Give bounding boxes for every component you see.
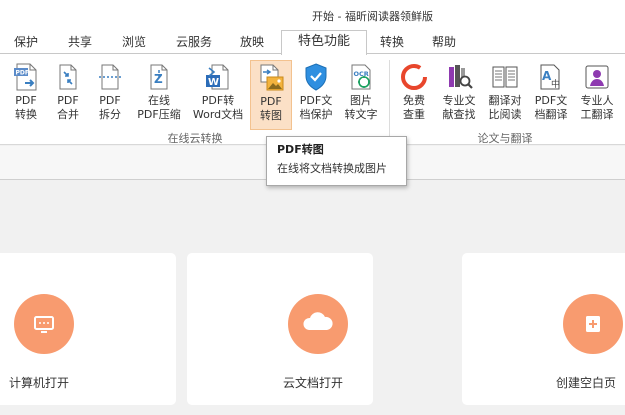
tab-slideshow[interactable]: 放映 (232, 34, 272, 54)
computer-icon (14, 294, 74, 354)
translate-compare-label-1: 翻译对 (488, 94, 522, 107)
translate-compare-button[interactable]: 翻译对 比阅读 (483, 60, 527, 130)
pdf-convert-button[interactable]: PDF PDF 转换 (6, 60, 46, 130)
open-from-computer-label: 计算机打开 (9, 376, 70, 390)
open-cloud-document-card[interactable]: 云文档打开 (187, 253, 373, 405)
pdf-to-word-icon: W (203, 62, 233, 92)
human-translate-label-2: 工翻译 (580, 108, 614, 121)
pdf-merge-button[interactable]: PDF 合并 (48, 60, 88, 130)
svg-text:PDF: PDF (16, 70, 29, 77)
shield-icon (301, 62, 331, 92)
literature-search-icon (444, 62, 474, 92)
plagiarism-check-icon (399, 62, 429, 92)
title-bar: 开始 - 福昕阅读器领鲜版 (0, 0, 625, 30)
ocr-icon: OCR (346, 62, 376, 92)
pdf-to-word-label-2: Word文档 (192, 108, 244, 121)
document-translate-button[interactable]: A中 PDF文 档翻译 (529, 60, 573, 130)
window-title: 开始 - 福昕阅读器领鲜版 (312, 10, 433, 23)
translate-compare-label-2: 比阅读 (488, 108, 522, 121)
ribbon-separator (389, 60, 390, 140)
group-label-online-convert: 在线云转换 (167, 132, 223, 145)
pdf-to-image-button[interactable]: PDF 转图 (250, 60, 292, 130)
pdf-protect-label-2: 档保护 (299, 108, 333, 121)
pdf-merge-label-1: PDF (57, 94, 79, 107)
document-translate-label-1: PDF文 (534, 94, 568, 107)
tab-protect[interactable]: 保护 (6, 34, 46, 54)
document-translate-label-2: 档翻译 (534, 108, 568, 121)
group-label-paper-translate: 论文与翻译 (477, 132, 533, 145)
pdf-compress-label-1: 在线 (148, 94, 170, 107)
pdf-split-button[interactable]: PDF 拆分 (90, 60, 130, 130)
open-cloud-document-label: 云文档打开 (283, 376, 344, 390)
pdf-merge-label-2: 合并 (57, 108, 79, 121)
free-check-label-1: 免费 (403, 94, 425, 107)
pdf-protect-label-1: PDF文 (299, 94, 333, 107)
free-check-button[interactable]: 免费 查重 (394, 60, 434, 130)
free-check-label-2: 查重 (403, 108, 425, 121)
image-to-text-label-1: 图片 (350, 94, 372, 107)
pdf-merge-icon (53, 62, 83, 92)
literature-search-label-1: 专业文 (442, 94, 476, 107)
tab-cloud-service[interactable]: 云服务 (168, 34, 220, 54)
pdf-to-image-label-2: 转图 (260, 109, 282, 122)
pdf-compress-button[interactable]: Z 在线 PDF压缩 (134, 60, 184, 130)
tab-share[interactable]: 共享 (60, 34, 100, 54)
pdf-protect-button[interactable]: PDF文 档保护 (295, 60, 337, 130)
tab-featured[interactable]: 特色功能 (281, 30, 367, 55)
create-blank-page-label: 创建空白页 (556, 376, 617, 390)
tooltip-description: 在线将文档转换成图片 (277, 162, 387, 175)
svg-text:Z: Z (154, 72, 163, 86)
tab-convert[interactable]: 转换 (372, 34, 412, 54)
pdf-to-image-label-1: PDF (260, 95, 282, 108)
pdf-convert-label-1: PDF (15, 94, 37, 107)
pdf-convert-icon: PDF (11, 62, 41, 92)
open-from-computer-card[interactable]: 计算机打开 (0, 253, 176, 405)
image-to-text-button[interactable]: OCR 图片 转文字 (340, 60, 382, 130)
pdf-split-icon (95, 62, 125, 92)
tab-view[interactable]: 浏览 (114, 34, 154, 54)
literature-search-button[interactable]: 专业文 献查找 (437, 60, 481, 130)
pdf-split-label-2: 拆分 (99, 108, 121, 121)
tooltip-title: PDF转图 (277, 143, 324, 156)
document-translate-icon: A中 (536, 62, 566, 92)
svg-text:中: 中 (551, 78, 560, 90)
translate-compare-icon (490, 62, 520, 92)
pdf-split-label-1: PDF (99, 94, 121, 107)
pdf-to-image-icon (256, 63, 286, 93)
pdf-to-word-label-1: PDF转 (201, 94, 235, 107)
add-page-icon (563, 294, 623, 354)
human-translate-button[interactable]: 专业人 工翻译 (575, 60, 619, 130)
cloud-icon (288, 294, 348, 354)
ribbon-tab-bar: 保护 共享 浏览 云服务 放映 特色功能 转换 帮助 (0, 30, 625, 55)
pdf-compress-label-2: PDF压缩 (137, 108, 181, 121)
svg-text:W: W (208, 77, 219, 88)
create-blank-page-card[interactable]: 创建空白页 (462, 253, 625, 405)
literature-search-label-2: 献查找 (442, 108, 476, 121)
tooltip: PDF转图 在线将文档转换成图片 (266, 136, 407, 186)
human-translate-icon (582, 62, 612, 92)
human-translate-label-1: 专业人 (580, 94, 614, 107)
pdf-convert-label-2: 转换 (15, 108, 37, 121)
pdf-to-word-button[interactable]: W PDF转 Word文档 (190, 60, 246, 130)
pdf-compress-icon: Z (144, 62, 174, 92)
ribbon-panel: PDF PDF 转换 PDF 合并 PDF 拆分 Z 在线 PDF压缩 W PD… (0, 53, 625, 145)
image-to-text-label-2: 转文字 (344, 108, 378, 121)
tab-help[interactable]: 帮助 (424, 34, 464, 54)
